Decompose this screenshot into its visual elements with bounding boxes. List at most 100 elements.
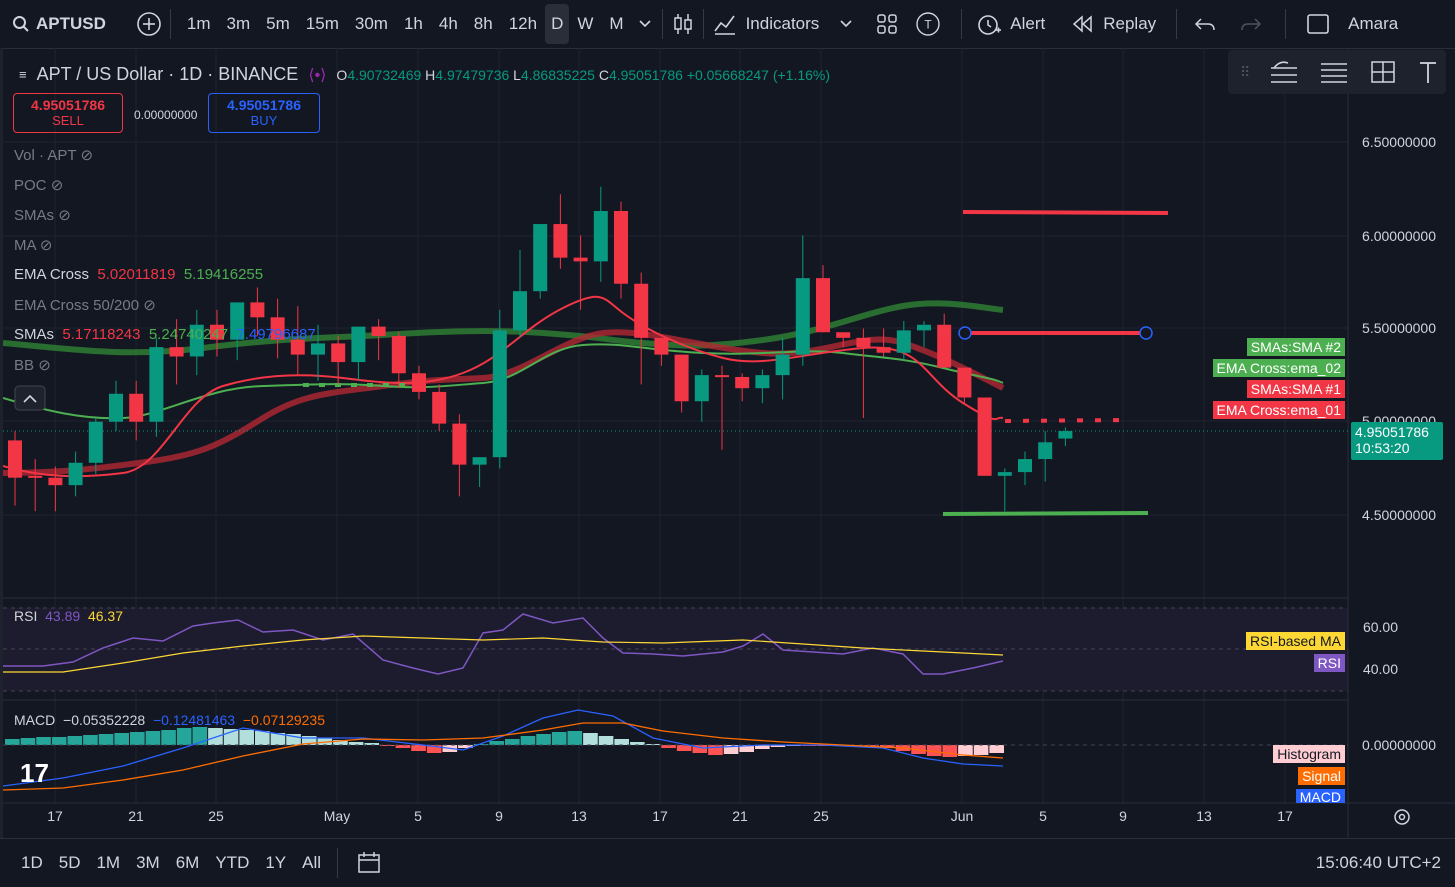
indicator-ma[interactable]: MA ⊘: [14, 236, 52, 254]
macd-value-3: −0.07129235: [242, 712, 325, 728]
drag-handle-icon[interactable]: ⠿: [1240, 64, 1250, 81]
symbol-search-button[interactable]: APTUSD: [12, 0, 106, 48]
symbol-label: APTUSD: [36, 14, 106, 33]
tf-3m[interactable]: 3m: [219, 14, 259, 34]
candle-body: [553, 224, 568, 258]
undo-button[interactable]: [1193, 0, 1217, 48]
tf-30m[interactable]: 30m: [347, 14, 396, 34]
share-icon[interactable]: ⟨•⟩: [308, 65, 326, 85]
eye-off-icon[interactable]: ⊘: [40, 237, 53, 254]
sell-price: 4.95051786: [31, 97, 105, 113]
eye-off-icon[interactable]: ⊘: [143, 297, 156, 314]
tf-5m[interactable]: 5m: [258, 14, 298, 34]
fullscreen-button[interactable]: Amara: [1306, 0, 1398, 48]
price-label: 6.50000000: [1362, 134, 1436, 150]
calendar-range-icon[interactable]: [356, 850, 384, 876]
tf-m[interactable]: M: [601, 14, 631, 34]
tag-rsi: RSI: [1313, 654, 1345, 672]
indicator-smas[interactable]: SMAs 5.17118243 5.24740247 7.49796687: [14, 326, 316, 343]
line-handle[interactable]: [958, 326, 972, 340]
tips-button[interactable]: T: [915, 0, 941, 48]
indicator-bb[interactable]: BB ⊘: [14, 356, 51, 374]
gear-icon[interactable]: [1394, 809, 1410, 825]
range-6m[interactable]: 6M: [168, 853, 208, 873]
alert-button[interactable]: Alert: [976, 0, 1045, 48]
time-axis[interactable]: 17 21 25 May 5 9 13 17 21 25 Jun 5 9 13 …: [47, 808, 1293, 824]
chart-type-button[interactable]: [671, 0, 695, 48]
sell-button[interactable]: 4.95051786 SELL: [13, 93, 123, 133]
candle-body: [149, 347, 164, 422]
smas-value-1: 5.17118243: [62, 326, 141, 343]
indicator-ema-cross[interactable]: EMA Cross 5.02011819 5.19416255: [14, 266, 263, 283]
templates-button[interactable]: [875, 0, 899, 48]
indicator-smas-hidden[interactable]: SMAs ⊘: [14, 206, 71, 224]
range-ytd[interactable]: YTD: [207, 853, 257, 873]
tf-8h[interactable]: 8h: [466, 14, 501, 34]
candle-body: [311, 343, 325, 355]
indicator-vol[interactable]: Vol · APT ⊘: [14, 146, 93, 164]
indicator-macd[interactable]: MACD −0.05352228 −0.12481463 −0.07129235: [14, 712, 325, 728]
h-label: H: [425, 66, 436, 83]
indicator-rsi[interactable]: RSI 43.89 46.37: [14, 608, 123, 624]
collapse-legend-button[interactable]: [14, 385, 46, 411]
tf-1m[interactable]: 1m: [179, 14, 219, 34]
tf-12h[interactable]: 12h: [501, 14, 545, 34]
candle-body: [795, 278, 810, 355]
tag-signal: Signal: [1298, 767, 1345, 785]
macd-bar: [489, 741, 504, 745]
lines-icon[interactable]: [1318, 58, 1350, 86]
trendline-settings-icon[interactable]: [1268, 58, 1300, 86]
indicators-button[interactable]: Indicators: [712, 0, 856, 48]
support-line[interactable]: [942, 511, 1149, 516]
chart-area[interactable]: 6.50000000 6.00000000 5.50000000 5.00000…: [0, 48, 1455, 838]
smas-label: SMAs: [14, 326, 55, 343]
range-1d[interactable]: 1D: [13, 853, 51, 873]
divider: [1176, 9, 1178, 39]
alert-label: Alert: [1010, 14, 1046, 33]
tf-15m[interactable]: 15m: [298, 14, 347, 34]
time-label: 25: [208, 808, 224, 824]
tf-d[interactable]: D: [545, 4, 570, 44]
indicator-poc[interactable]: POC ⊘: [14, 176, 63, 194]
eye-off-icon[interactable]: ⊘: [51, 177, 64, 194]
eye-off-icon[interactable]: ⊘: [58, 207, 71, 224]
range-all[interactable]: All: [294, 853, 329, 873]
plus-circle-icon: [137, 12, 161, 36]
rewind-icon: [1073, 15, 1092, 33]
line-handle[interactable]: [1139, 326, 1153, 340]
buy-button[interactable]: 4.95051786 BUY: [208, 93, 320, 133]
candle-body: [8, 440, 22, 478]
tag-sma1: SMAs:SMA #1: [1246, 380, 1345, 398]
compare-button[interactable]: [136, 0, 162, 48]
buy-label: BUY: [250, 113, 278, 128]
clock[interactable]: 15:06:40 UTC+2: [1316, 853, 1441, 873]
resistance-line[interactable]: [962, 210, 1169, 215]
c-label: C: [598, 66, 609, 83]
macd-bar: [51, 737, 67, 745]
tf-4h[interactable]: 4h: [431, 14, 466, 34]
chevron-down-icon: [840, 20, 852, 28]
chevron-down-icon[interactable]: [636, 17, 654, 31]
sell-label: SELL: [52, 113, 84, 128]
range-1m[interactable]: 1M: [88, 853, 128, 873]
tf-1h[interactable]: 1h: [396, 14, 431, 34]
candle-body: [634, 283, 649, 338]
tf-w[interactable]: W: [569, 14, 601, 34]
eye-off-icon[interactable]: ⊘: [38, 357, 51, 374]
text-tool-icon[interactable]: [1416, 58, 1440, 86]
candle-body: [896, 330, 911, 353]
candle-body: [977, 397, 992, 476]
range-1y[interactable]: 1Y: [257, 853, 294, 873]
range-3m[interactable]: 3M: [128, 853, 168, 873]
range-5d[interactable]: 5D: [51, 853, 89, 873]
tag-rsi-ma: RSI-based MA: [1245, 632, 1345, 650]
indicator-ema-cross-50-200[interactable]: EMA Cross 50/200 ⊘: [14, 296, 156, 314]
rsi-value-1: 43.89: [45, 608, 81, 624]
eye-off-icon[interactable]: ⊘: [80, 147, 93, 164]
redo-button[interactable]: [1239, 0, 1263, 48]
countdown-value: 10:53:20: [1355, 440, 1410, 456]
candle-body: [856, 337, 871, 348]
measure-icon[interactable]: [1368, 58, 1398, 86]
replay-button[interactable]: Replay: [1071, 0, 1156, 48]
menu-icon[interactable]: ≡: [19, 67, 27, 82]
